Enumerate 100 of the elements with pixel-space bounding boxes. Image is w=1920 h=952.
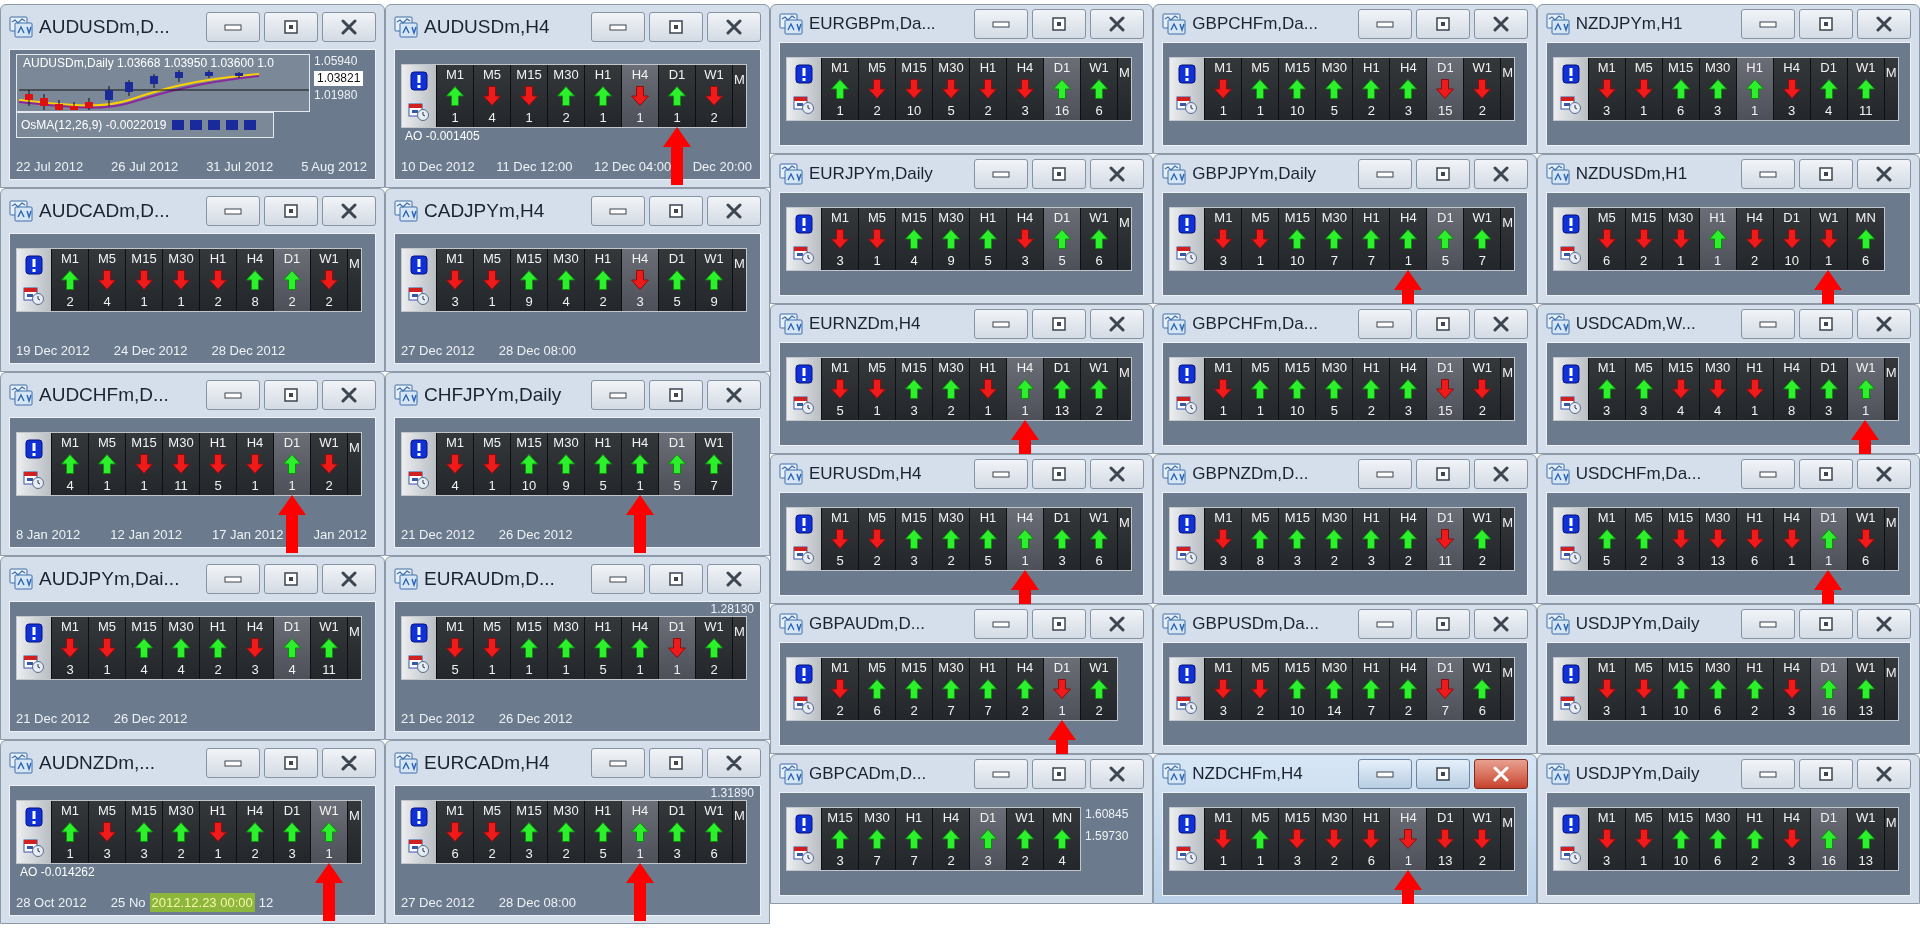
timeframe-cell[interactable]: M15 4 <box>125 617 162 679</box>
timeframe-cell[interactable]: D1 5 <box>1426 208 1464 270</box>
timeframe-cell[interactable]: H4 3 <box>621 249 658 311</box>
timeframe-cell[interactable]: H1 5 <box>199 433 236 495</box>
timeframe-cell[interactable]: M30 6 <box>1698 808 1736 870</box>
timeframe-cell[interactable]: M1 2 <box>51 249 88 311</box>
timeframe-cell[interactable]: D1 3 <box>658 801 695 863</box>
close-button[interactable] <box>1857 458 1911 489</box>
timeframe-cell[interactable]: D1 16 <box>1043 58 1080 120</box>
timeframe-cell[interactable]: M5 2 <box>1624 508 1662 570</box>
timeframe-cell[interactable]: H1 6 <box>1352 808 1390 870</box>
minimize-button[interactable] <box>591 748 645 778</box>
timeframe-cell[interactable]: H4 3 <box>1389 58 1427 120</box>
timeframe-cell[interactable]: M1 1 <box>1204 58 1242 120</box>
timeframe-cell[interactable]: D1 3 <box>1043 508 1080 570</box>
timeframe-cell[interactable]: M5 3 <box>88 801 125 863</box>
timeframe-cell[interactable]: M30 1 <box>162 249 199 311</box>
timeframe-cell[interactable]: M30 7 <box>1315 208 1353 270</box>
minimize-button[interactable] <box>974 458 1029 489</box>
close-button[interactable] <box>322 196 376 226</box>
timeframe-cell[interactable]: M15 9 <box>510 249 547 311</box>
timeframe-cell[interactable]: M15 10 <box>1278 358 1316 420</box>
timeframe-cell[interactable]: H1 3 <box>1352 508 1390 570</box>
timeframe-cell[interactable]: M1 3 <box>1587 58 1625 120</box>
timeframe-cell[interactable]: M5 1 <box>1624 58 1662 120</box>
restore-button[interactable] <box>1799 308 1853 339</box>
close-button[interactable] <box>1473 308 1528 339</box>
timeframe-cell[interactable]: H1 7 <box>969 658 1006 720</box>
timeframe-cell[interactable]: W1 2 <box>1463 808 1501 870</box>
restore-button[interactable] <box>1032 608 1087 639</box>
close-button[interactable] <box>1857 158 1911 189</box>
timeframe-cell[interactable]: W1 13 <box>1846 658 1884 720</box>
timeframe-cell[interactable]: M1 3 <box>1587 358 1625 420</box>
close-button[interactable] <box>1090 158 1145 189</box>
timeframe-cell[interactable]: H1 1 <box>1735 358 1773 420</box>
timeframe-cell[interactable]: M15 1 <box>125 249 162 311</box>
timeframe-cell[interactable]: H4 1 <box>621 801 658 863</box>
timeframe-cell[interactable]: M5 3 <box>1624 358 1662 420</box>
close-button[interactable] <box>707 196 761 226</box>
timeframe-cell[interactable]: M30 9 <box>932 208 969 270</box>
restore-button[interactable] <box>1415 758 1470 789</box>
timeframe-cell[interactable]: H4 2 <box>236 801 273 863</box>
restore-button[interactable] <box>1415 158 1470 189</box>
timeframe-cell[interactable]: M1 1 <box>821 58 858 120</box>
timeframe-cell[interactable]: W1 6 <box>1080 58 1117 120</box>
timeframe-cell[interactable]: M15 4 <box>895 208 932 270</box>
minimize-button[interactable] <box>591 196 645 226</box>
timeframe-cell[interactable]: M15 3 <box>510 801 547 863</box>
timeframe-cell[interactable]: W1 2 <box>1463 58 1501 120</box>
minimize-button[interactable] <box>206 380 260 410</box>
restore-button[interactable] <box>1799 158 1853 189</box>
timeframe-cell[interactable]: M15 3 <box>1278 508 1316 570</box>
timeframe-cell[interactable]: D1 11 <box>1426 508 1464 570</box>
timeframe-cell[interactable]: M15 3 <box>895 508 932 570</box>
timeframe-cell[interactable]: D1 13 <box>1043 358 1080 420</box>
timeframe-cell[interactable]: M5 4 <box>88 249 125 311</box>
timeframe-cell[interactable]: W1 7 <box>695 433 732 495</box>
timeframe-cell[interactable]: M15 4 <box>1661 358 1699 420</box>
restore-button[interactable] <box>264 12 318 42</box>
restore-button[interactable] <box>649 564 703 594</box>
close-button[interactable] <box>1473 608 1528 639</box>
close-button[interactable] <box>707 380 761 410</box>
timeframe-cell[interactable]: W1 6 <box>1080 508 1117 570</box>
timeframe-cell[interactable]: H1 1 <box>1735 58 1773 120</box>
timeframe-cell[interactable]: M30 2 <box>1315 508 1353 570</box>
timeframe-cell[interactable]: M30 5 <box>932 58 969 120</box>
timeframe-cell[interactable]: M1 5 <box>821 508 858 570</box>
timeframe-cell[interactable]: H4 3 <box>1772 58 1810 120</box>
timeframe-cell[interactable]: M1 4 <box>436 433 473 495</box>
restore-button[interactable] <box>649 12 703 42</box>
minimize-button[interactable] <box>1357 158 1412 189</box>
close-button[interactable] <box>1090 8 1145 39</box>
timeframe-cell[interactable]: D1 5 <box>658 249 695 311</box>
timeframe-cell[interactable]: H1 1 <box>199 801 236 863</box>
timeframe-cell[interactable]: D1 1 <box>658 617 695 679</box>
minimize-button[interactable] <box>1741 458 1795 489</box>
timeframe-cell[interactable]: H4 3 <box>236 617 273 679</box>
timeframe-cell[interactable]: H4 2 <box>1006 658 1043 720</box>
timeframe-cell[interactable]: M1 3 <box>1204 208 1242 270</box>
timeframe-cell[interactable]: W1 2 <box>1080 658 1117 720</box>
timeframe-cell[interactable]: M15 10 <box>510 433 547 495</box>
timeframe-cell[interactable]: H1 5 <box>584 801 621 863</box>
timeframe-cell[interactable]: M5 1 <box>1241 808 1279 870</box>
minimize-button[interactable] <box>591 564 645 594</box>
minimize-button[interactable] <box>1741 308 1795 339</box>
timeframe-cell[interactable]: H1 5 <box>969 508 1006 570</box>
timeframe-cell[interactable]: D1 16 <box>1809 658 1847 720</box>
timeframe-cell[interactable]: D1 7 <box>1426 658 1464 720</box>
timeframe-cell[interactable]: M15 10 <box>1661 658 1699 720</box>
timeframe-cell[interactable]: M5 1 <box>858 208 895 270</box>
timeframe-cell[interactable]: W1 11 <box>310 617 347 679</box>
close-button[interactable] <box>707 748 761 778</box>
minimize-button[interactable] <box>974 158 1029 189</box>
timeframe-cell[interactable]: M30 7 <box>858 808 895 870</box>
timeframe-cell[interactable]: D1 1 <box>1809 508 1847 570</box>
timeframe-cell[interactable]: M15 10 <box>1278 658 1316 720</box>
timeframe-cell[interactable]: H4 1 <box>236 433 273 495</box>
timeframe-cell[interactable]: W1 2 <box>1463 508 1501 570</box>
restore-button[interactable] <box>264 196 318 226</box>
timeframe-cell[interactable]: D1 5 <box>1043 208 1080 270</box>
